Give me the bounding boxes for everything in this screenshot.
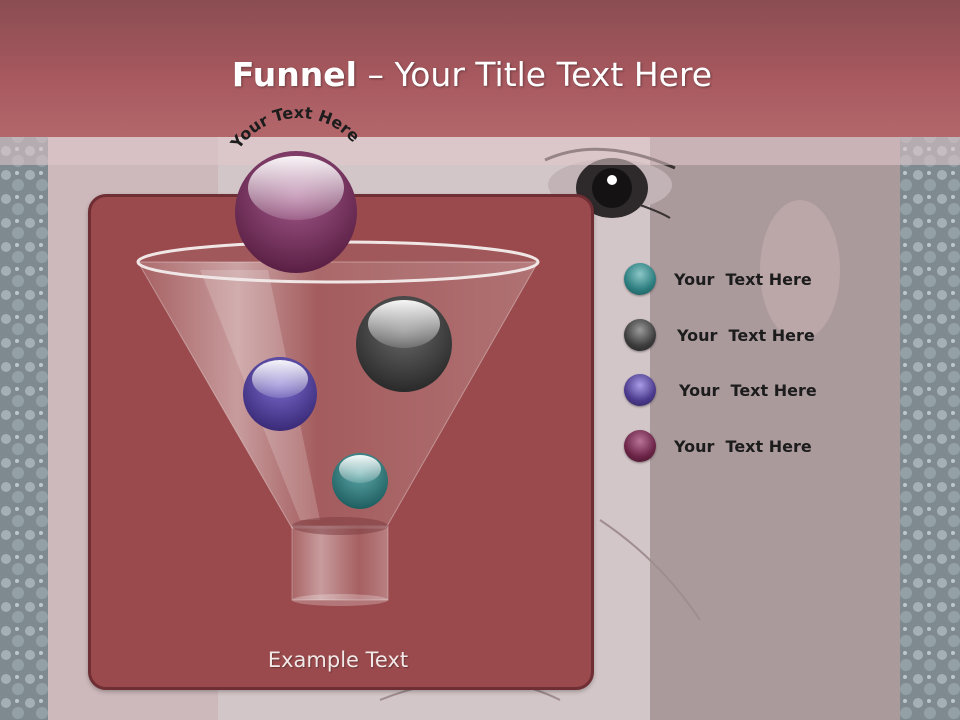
legend-label: Your Text Here xyxy=(677,325,815,345)
sphere-violet xyxy=(243,357,317,431)
purple-sphere-icon xyxy=(624,430,656,462)
teal-sphere-icon xyxy=(624,263,656,295)
legend-label: Your Text Here xyxy=(679,380,817,400)
example-text[interactable]: Example Text xyxy=(88,646,588,674)
arc-label-text: Your Text Here xyxy=(226,103,364,153)
legend-label: Your Text Here xyxy=(674,436,812,456)
legend-item-teal[interactable]: Your Text Here xyxy=(624,261,812,297)
legend-item-violet[interactable]: Your Text Here xyxy=(624,372,817,408)
legend-label: Your Text Here xyxy=(674,269,812,289)
legend-item-gray[interactable]: Your Text Here xyxy=(624,317,815,353)
gray-sphere-icon xyxy=(624,319,656,351)
sphere-gray xyxy=(356,296,452,392)
legend-item-purple[interactable]: Your Text Here xyxy=(624,428,812,464)
arc-label: Your Text Here xyxy=(226,103,364,153)
sphere-teal xyxy=(332,453,388,509)
sphere-top-purple xyxy=(235,151,357,273)
violet-sphere-icon xyxy=(624,374,656,406)
funnel-graphic: Your Text Here xyxy=(136,103,540,606)
